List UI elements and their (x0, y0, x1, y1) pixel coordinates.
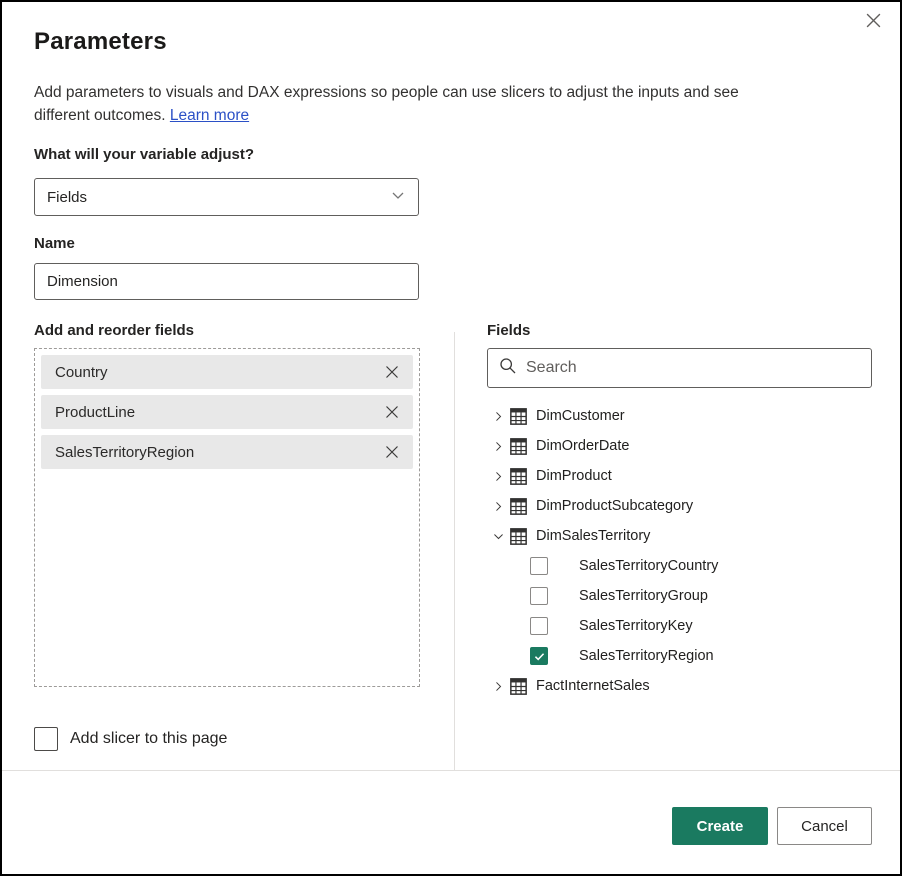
tree-item-dimproduct[interactable]: DimProduct (487, 461, 887, 491)
field-checkbox-checked[interactable] (530, 647, 548, 665)
adjust-dropdown-value: Fields (47, 189, 87, 206)
reorder-label: Add and reorder fields (34, 322, 194, 339)
tree-item-label: DimSalesTerritory (536, 528, 650, 544)
tree-item-label: DimProduct (536, 468, 612, 484)
table-icon (510, 438, 527, 455)
reorder-item-label: ProductLine (55, 404, 135, 421)
tree-child-salesterritorykey: SalesTerritoryKey (487, 611, 887, 641)
tree-child-salesterritoryregion: SalesTerritoryRegion (487, 641, 887, 671)
field-checkbox[interactable] (530, 557, 548, 575)
name-field[interactable] (47, 273, 406, 290)
page-title: Parameters (34, 28, 167, 56)
add-slicer-row: Add slicer to this page (34, 727, 227, 751)
tree-item-dimorderdate[interactable]: DimOrderDate (487, 431, 887, 461)
description-line2: different outcomes. (34, 107, 166, 124)
remove-icon (384, 444, 400, 460)
tree-child-salesterritorygroup: SalesTerritoryGroup (487, 581, 887, 611)
fields-panel-title: Fields (487, 322, 530, 339)
tree-item-label: FactInternetSales (536, 678, 650, 694)
fields-search-box (487, 348, 872, 388)
remove-icon (384, 364, 400, 380)
reorder-item-label: Country (55, 364, 108, 381)
tree-item-dimproductsubcategory[interactable]: DimProductSubcategory (487, 491, 887, 521)
reorder-item[interactable]: SalesTerritoryRegion (41, 435, 413, 469)
tree-item-label: DimCustomer (536, 408, 625, 424)
chevron-down-icon[interactable] (491, 530, 505, 543)
adjust-dropdown[interactable]: Fields (34, 178, 419, 216)
add-slicer-checkbox[interactable] (34, 727, 58, 751)
description-line1: Add parameters to visuals and DAX expres… (34, 84, 739, 101)
remove-field-button[interactable] (383, 443, 401, 461)
adjust-label: What will your variable adjust? (34, 146, 254, 163)
table-icon (510, 408, 527, 425)
check-icon (533, 650, 546, 663)
tree-child-salesterritorycountry: SalesTerritoryCountry (487, 551, 887, 581)
field-checkbox[interactable] (530, 587, 548, 605)
search-input[interactable] (526, 359, 861, 377)
tree-item-factinternetsales[interactable]: FactInternetSales (487, 671, 887, 701)
remove-field-button[interactable] (383, 363, 401, 381)
table-icon (510, 468, 527, 485)
close-button[interactable] (860, 10, 886, 36)
table-icon (510, 528, 527, 545)
chevron-right-icon[interactable] (491, 440, 505, 453)
dialog-description: Add parameters to visuals and DAX expres… (34, 81, 864, 127)
search-icon (498, 356, 518, 381)
reorder-item-label: SalesTerritoryRegion (55, 444, 194, 461)
chevron-right-icon[interactable] (491, 500, 505, 513)
tree-child-label: SalesTerritoryKey (579, 618, 693, 634)
remove-field-button[interactable] (383, 403, 401, 421)
field-checkbox[interactable] (530, 617, 548, 635)
tree-item-label: DimProductSubcategory (536, 498, 693, 514)
fields-tree: DimCustomer DimOrderDate DimProduct DimP… (487, 401, 887, 701)
chevron-right-icon[interactable] (491, 470, 505, 483)
tree-item-label: DimOrderDate (536, 438, 629, 454)
close-icon (865, 12, 882, 34)
tree-child-label: SalesTerritoryRegion (579, 648, 714, 664)
learn-more-link[interactable]: Learn more (170, 107, 249, 124)
footer-divider (2, 770, 900, 771)
create-button[interactable]: Create (672, 807, 768, 845)
table-icon (510, 678, 527, 695)
remove-icon (384, 404, 400, 420)
tree-item-dimcustomer[interactable]: DimCustomer (487, 401, 887, 431)
reorder-item[interactable]: ProductLine (41, 395, 413, 429)
name-label: Name (34, 235, 75, 252)
reorder-item[interactable]: Country (41, 355, 413, 389)
chevron-right-icon[interactable] (491, 680, 505, 693)
tree-item-dimsalesterritory[interactable]: DimSalesTerritory (487, 521, 887, 551)
name-field-wrapper (34, 263, 419, 300)
tree-child-label: SalesTerritoryGroup (579, 588, 708, 604)
tree-child-label: SalesTerritoryCountry (579, 558, 718, 574)
add-slicer-label: Add slicer to this page (70, 730, 227, 748)
chevron-down-icon (390, 187, 406, 207)
vertical-divider (454, 332, 455, 770)
table-icon (510, 498, 527, 515)
cancel-button[interactable]: Cancel (777, 807, 872, 845)
parameters-dialog: Parameters Add parameters to visuals and… (0, 0, 902, 876)
reorder-fields-container: Country ProductLine SalesTerritoryRegion (34, 348, 420, 687)
chevron-right-icon[interactable] (491, 410, 505, 423)
